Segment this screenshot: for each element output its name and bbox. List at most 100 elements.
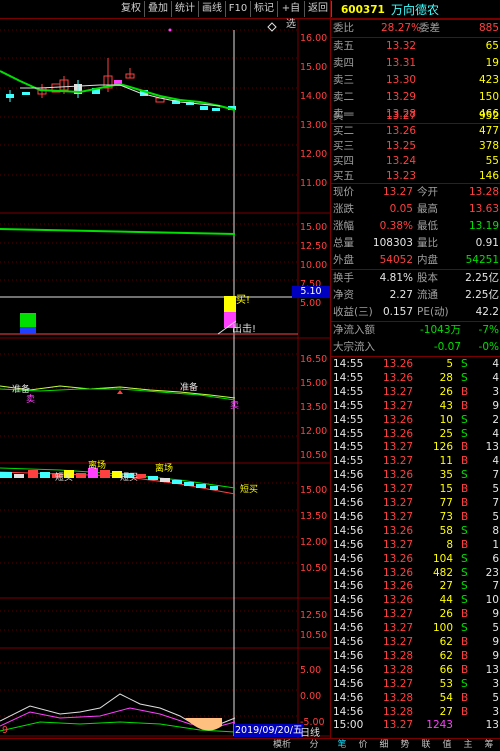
- tab-5[interactable]: 值: [437, 739, 457, 751]
- stat-value: 0.05: [389, 203, 413, 215]
- share-stat-label: 股本: [417, 272, 438, 284]
- tick-direction: B: [461, 455, 469, 468]
- share-stat-label: 换手: [333, 272, 354, 284]
- indicator1-axis-tick: 13.50: [300, 402, 328, 413]
- volume-axis-tick: 12.50: [300, 241, 328, 252]
- stat-label: 量比: [417, 237, 438, 249]
- flow-label: 净流入额: [333, 324, 375, 336]
- share-stat-label: 收益(三): [333, 306, 373, 318]
- ready-label-2: 准备: [180, 381, 198, 393]
- tick-row: 14:55 13.26 28 S 4: [331, 371, 500, 385]
- indicator1-axis-tick: 12.00: [300, 426, 328, 437]
- flow-percent: -0%: [478, 341, 499, 353]
- tick-volume: 15: [439, 483, 453, 496]
- tick-row: 14:56 13.26 44 S 10: [331, 593, 500, 607]
- tick-direction: B: [461, 483, 469, 496]
- stat-row: 外盘 54052 内盘 54251: [331, 252, 500, 269]
- tab-template[interactable]: 模析: [268, 739, 296, 751]
- indicator4-axis-tick: 0.00: [300, 691, 322, 702]
- period-label[interactable]: 日线: [300, 724, 320, 739]
- flow-label: 大宗流入: [333, 341, 375, 353]
- mark-button[interactable]: 标记: [251, 1, 278, 17]
- share-stat-row: 净资 2.27 流通 2.25亿: [331, 287, 500, 304]
- tick-price: 13.26: [383, 358, 414, 370]
- tick-direction: S: [461, 371, 468, 384]
- tab-0[interactable]: 笔: [332, 739, 352, 751]
- tick-direction: B: [461, 649, 469, 662]
- f10-button[interactable]: F10: [226, 1, 251, 17]
- overlay-button[interactable]: 叠加: [145, 1, 172, 17]
- tick-row: 14:55 13.26 25 S 4: [331, 427, 500, 441]
- tick-row: 14:55 13.27 26 B 3: [331, 385, 500, 399]
- indicator3-axis: 12.50 10.50: [300, 606, 327, 646]
- tab-2[interactable]: 细: [374, 739, 394, 751]
- tick-count: 8: [492, 524, 499, 537]
- restore-rights-button[interactable]: 复权: [118, 1, 145, 17]
- tick-direction: B: [461, 538, 469, 551]
- tick-row: 14:56 13.26 27 S 7: [331, 579, 500, 593]
- tick-time: 14:56: [333, 538, 364, 551]
- tick-price: 13.28: [383, 649, 414, 662]
- tick-row: 14:56 13.28 54 B 5: [331, 691, 500, 705]
- stat-value: 13.27: [382, 186, 413, 198]
- add-watchlist-button[interactable]: +自选: [278, 1, 305, 30]
- main-axis-tick: 14.00: [300, 91, 328, 102]
- tab-1[interactable]: 价: [353, 739, 373, 751]
- tick-time: 14:55: [333, 441, 364, 454]
- tick-count: 5: [492, 510, 499, 523]
- tab-6[interactable]: 主: [458, 739, 478, 751]
- tick-price: 13.27: [383, 385, 414, 398]
- tick-direction: B: [461, 497, 469, 509]
- tick-volume: 126: [432, 441, 453, 454]
- tick-price: 13.27: [383, 538, 414, 551]
- tick-time: 14:56: [333, 524, 364, 537]
- tick-time: 14:56: [333, 469, 364, 482]
- tick-direction: S: [461, 413, 468, 426]
- stat-row: 总量 108303 量比 0.91: [331, 235, 500, 252]
- stat-row: 涨幅 0.38% 最低 13.19: [331, 218, 500, 235]
- order-ratio-row: 委比 28.27% 委差 885: [331, 20, 500, 37]
- tick-row: 14:56 13.27 62 B 9: [331, 635, 500, 649]
- tab-minute[interactable]: 分: [300, 739, 328, 751]
- tick-direction: S: [461, 469, 468, 482]
- tab-3[interactable]: 势: [395, 739, 415, 751]
- tick-count: 13: [485, 719, 499, 732]
- main-axis-tick: 12.00: [300, 149, 328, 160]
- tick-volume: 27: [439, 580, 453, 593]
- volume-marker: 5.10: [292, 286, 330, 298]
- tab-4[interactable]: 联: [416, 739, 436, 751]
- short-buy-label-3: 短买: [240, 483, 258, 495]
- tick-direction: S: [461, 580, 468, 593]
- tick-volume: 482: [432, 566, 453, 579]
- tick-count: 9: [492, 608, 499, 621]
- tick-volume: 53: [439, 677, 453, 690]
- tick-price: 13.26: [383, 371, 414, 384]
- share-stat-value: 2.27: [389, 289, 413, 301]
- tick-price: 13.27: [383, 497, 414, 509]
- back-button[interactable]: 返回: [305, 1, 332, 17]
- tick-count: 5: [492, 691, 499, 704]
- tick-volume: 62: [439, 636, 453, 648]
- tick-price: 13.26: [383, 580, 414, 593]
- stat-value: 13.63: [468, 203, 499, 215]
- tick-direction: B: [461, 663, 469, 676]
- stat-value: 13.28: [468, 186, 499, 198]
- tick-direction: B: [461, 385, 469, 398]
- flow-row: 大宗流入 -0.07 -0%: [331, 339, 500, 356]
- share-stat-value: 42.2: [475, 306, 499, 318]
- ask-row: 卖五 13.32 65: [331, 38, 500, 55]
- tick-time: 14:55: [333, 413, 364, 426]
- tick-count: 6: [492, 552, 499, 565]
- share-stat-value: 2.25亿: [465, 289, 499, 301]
- tick-price: 13.27: [383, 636, 414, 648]
- tick-row: 14:55 13.27 126 B 13: [331, 440, 500, 454]
- statistics-button[interactable]: 统计: [172, 1, 199, 17]
- draw-line-button[interactable]: 画线: [199, 1, 226, 17]
- ask-volume: 65: [485, 40, 499, 52]
- tick-time: 14:56: [333, 483, 364, 496]
- share-stat-value: 4.81%: [379, 272, 413, 284]
- tab-7[interactable]: 筹: [479, 739, 499, 751]
- chart-area[interactable]: 买! 出击! 准备 准备 卖 卖 离场 离场 短买 短买 短买 16.00 15…: [0, 18, 330, 739]
- leave-label-2: 离场: [155, 462, 173, 474]
- tick-count: 7: [492, 497, 499, 509]
